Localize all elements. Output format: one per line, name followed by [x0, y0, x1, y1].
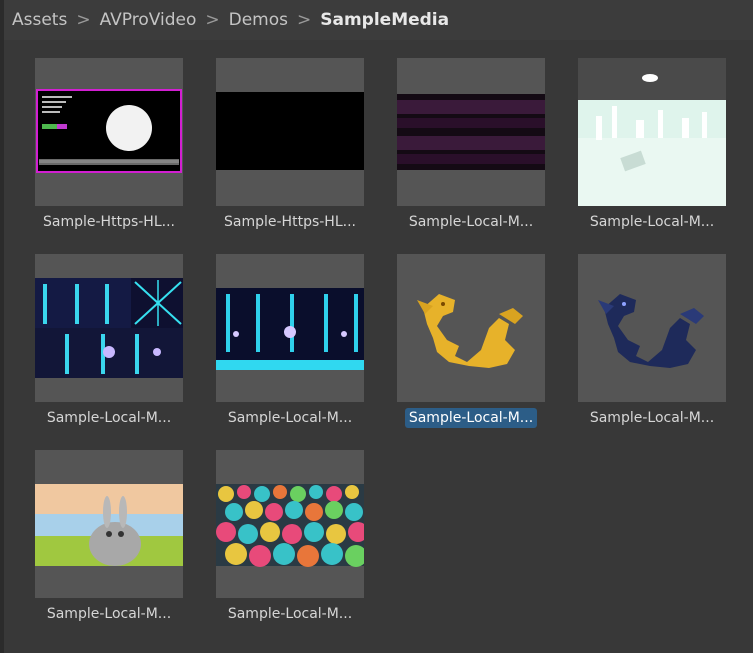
asset-item[interactable]: Sample-Local-M...: [215, 254, 365, 428]
asset-item[interactable]: Sample-Local-M...: [577, 58, 727, 232]
asset-label: Sample-Local-M...: [408, 214, 534, 230]
video-thumbnail: [216, 254, 364, 402]
breadcrumb-samplemedia[interactable]: SampleMedia: [320, 10, 449, 30]
asset-item[interactable]: Sample-Local-M...: [215, 450, 365, 624]
breadcrumb-separator: >: [76, 10, 91, 30]
video-thumbnail: [35, 254, 183, 402]
video-thumbnail: [216, 450, 364, 598]
model-thumbnail: [578, 254, 726, 402]
model-thumbnail: [397, 254, 545, 402]
video-thumbnail: [578, 58, 726, 206]
asset-grid: Sample-Https-HL... Sample-Https-HL... Sa…: [34, 58, 727, 624]
asset-label: Sample-Local-M...: [46, 410, 172, 426]
asset-item-selected[interactable]: Sample-Local-M...: [396, 254, 546, 428]
asset-label: Sample-Local-M...: [227, 410, 353, 426]
asset-label: Sample-Local-M...: [404, 408, 538, 428]
project-window: Assets > AVProVideo > Demos > SampleMedi…: [0, 0, 753, 653]
asset-label: Sample-Local-M...: [227, 606, 353, 622]
video-thumbnail: [397, 58, 545, 206]
breadcrumb-assets[interactable]: Assets: [12, 10, 67, 30]
breadcrumb-separator: >: [205, 10, 220, 30]
video-thumbnail: [35, 450, 183, 598]
asset-item[interactable]: Sample-Https-HL...: [34, 58, 184, 232]
video-thumbnail: [35, 58, 183, 206]
asset-label: Sample-Https-HL...: [43, 214, 175, 230]
asset-item[interactable]: Sample-Local-M...: [396, 58, 546, 232]
asset-label: Sample-Local-M...: [589, 410, 715, 426]
video-thumbnail: [216, 58, 364, 206]
breadcrumb-separator: >: [296, 10, 312, 30]
breadcrumb-avprovideo[interactable]: AVProVideo: [100, 10, 197, 30]
asset-label: Sample-Local-M...: [589, 214, 715, 230]
breadcrumb-demos[interactable]: Demos: [229, 10, 288, 30]
asset-item[interactable]: Sample-Local-M...: [577, 254, 727, 428]
asset-item[interactable]: Sample-Local-M...: [34, 450, 184, 624]
breadcrumb: Assets > AVProVideo > Demos > SampleMedi…: [4, 0, 753, 40]
asset-label: Sample-Local-M...: [46, 606, 172, 622]
asset-item[interactable]: Sample-Https-HL...: [215, 58, 365, 232]
asset-label: Sample-Https-HL...: [224, 214, 356, 230]
asset-item[interactable]: Sample-Local-M...: [34, 254, 184, 428]
